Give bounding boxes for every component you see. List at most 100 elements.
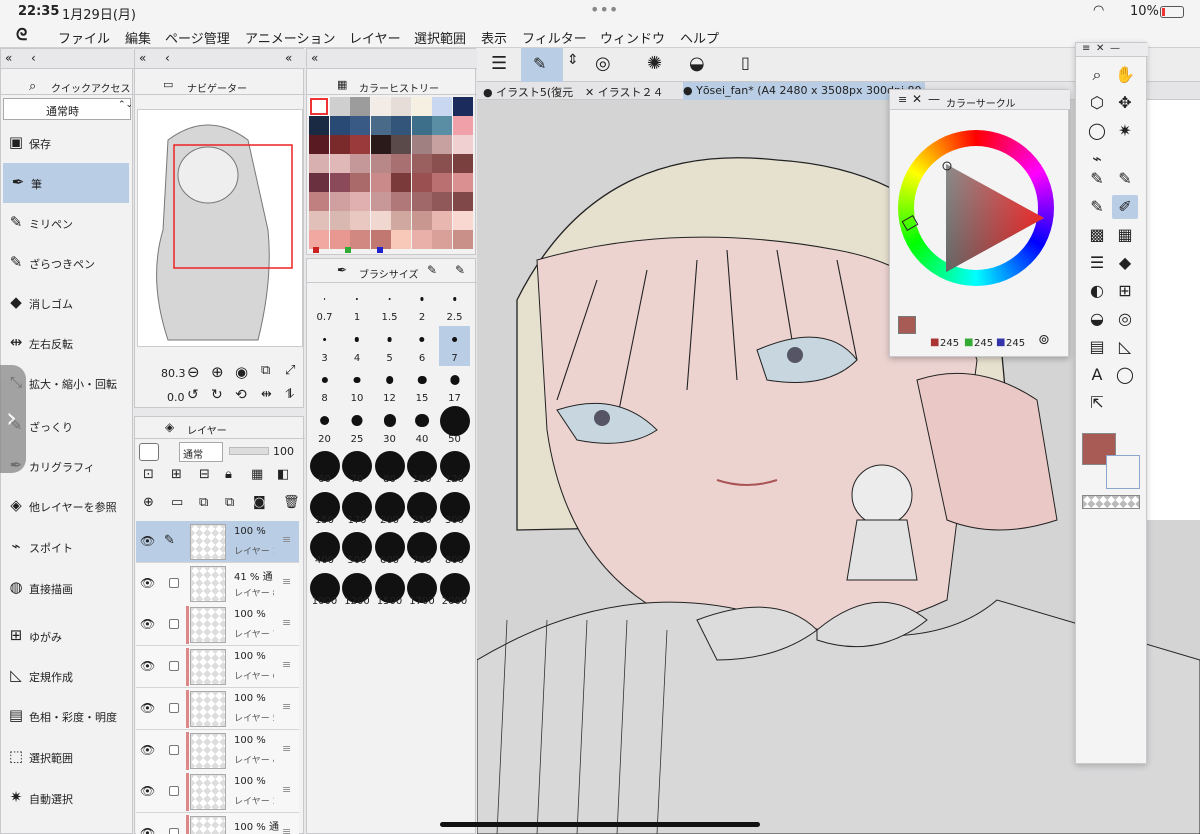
color-swatch[interactable] — [309, 192, 329, 211]
brush-size-option[interactable]: 12 — [374, 366, 405, 406]
menu-item[interactable]: レイヤー — [349, 28, 401, 47]
fit-icon[interactable]: ◉ — [235, 363, 248, 381]
quick-tool-item[interactable]: ◈ 他レイヤーを参照 — [1, 486, 129, 526]
brush-size-option[interactable]: 1200 — [342, 569, 373, 609]
quick-tool-item[interactable]: ✎ ざらつきペン — [1, 243, 129, 283]
menu-item[interactable]: ウィンドウ — [600, 28, 665, 47]
hand-icon[interactable]: ✋ — [1112, 63, 1138, 87]
edit-mode-button[interactable]: ✎ — [521, 48, 563, 82]
color-swatch[interactable] — [370, 135, 391, 154]
menu-item[interactable]: ファイル — [58, 28, 110, 47]
color-swatch[interactable] — [411, 173, 432, 192]
layer-row[interactable]: 👁︎ 100 % レイヤー 6 ≡ — [136, 646, 299, 689]
loading-icon[interactable]: ✺ — [647, 53, 662, 74]
layer-checkbox[interactable] — [169, 702, 179, 713]
menu-item[interactable]: 選択範囲 — [414, 28, 466, 47]
brush-size-option[interactable]: 8 — [309, 366, 340, 406]
color-swatch[interactable] — [432, 211, 452, 230]
color-swatch[interactable] — [411, 192, 432, 211]
color-swatch[interactable] — [452, 135, 473, 154]
operation-icon[interactable]: ⇱ — [1084, 391, 1110, 415]
device-icon[interactable]: ▯ — [741, 53, 750, 72]
minimize-icon[interactable]: — — [928, 92, 940, 106]
brush-size-option[interactable]: 7 — [439, 325, 470, 366]
eraser-icon[interactable]: ◆ — [1112, 251, 1138, 275]
layer-row[interactable]: 👁︎ 100 % レイヤー 5 ≡ — [136, 687, 299, 730]
new-folder-icon[interactable]: ▭ — [171, 495, 183, 510]
color-swatch[interactable] — [452, 116, 473, 135]
eye-icon[interactable]: 👁︎ — [140, 701, 155, 715]
menu-item[interactable]: 表示 — [481, 28, 507, 47]
color-swatch[interactable] — [391, 192, 411, 211]
color-swatch[interactable] — [329, 154, 350, 173]
menu-icon[interactable]: ☰ — [491, 53, 507, 74]
layer-color-toggle[interactable] — [139, 443, 159, 461]
mask-icon[interactable]: ▦ — [251, 467, 263, 482]
drag-handle-icon[interactable]: ≡ — [282, 575, 291, 588]
brush-size-option[interactable]: 1000 — [309, 569, 340, 609]
layer-row[interactable]: 👁︎100 % 通レイヤー 2≡ — [136, 812, 299, 834]
layer-mask-icon[interactable]: ◙ — [253, 495, 266, 510]
brush-size-option[interactable]: 60 — [309, 447, 340, 487]
chevron-updown-icon[interactable]: ⇕ — [567, 52, 579, 68]
sidebar-handle[interactable]: › — [0, 365, 26, 473]
brush-size-option[interactable]: 100 — [407, 447, 438, 487]
color-swatch[interactable] — [391, 97, 411, 116]
quick-tool-item[interactable]: ▤ 色相・彩度・明度 — [1, 696, 129, 736]
brush-size-option[interactable]: 1700 — [407, 569, 438, 609]
brush-size-option[interactable]: 300 — [439, 488, 470, 528]
layer-row[interactable]: 👁︎ 100 % レイヤー 7 ≡ — [136, 604, 299, 647]
color-swatch[interactable] — [411, 116, 432, 135]
brush-tool-icon[interactable]: ✎ — [1084, 195, 1110, 219]
quick-tool-item[interactable]: ✎ ミリペン — [1, 203, 129, 243]
zoom-out-icon[interactable]: ⊖ — [187, 363, 200, 381]
menu-item[interactable]: ヘルプ — [680, 28, 719, 47]
color-swatch[interactable] — [329, 135, 350, 154]
lock-icon[interactable]: ⊡ — [143, 467, 154, 482]
drag-handle-icon[interactable]: ≡ — [282, 658, 291, 671]
quick-tool-item[interactable]: ✒ 筆 — [3, 163, 129, 203]
brush-size-option[interactable]: 4 — [342, 326, 373, 366]
brush-size-option[interactable]: 6 — [407, 326, 438, 366]
color-swatch[interactable] — [309, 135, 329, 154]
eye-icon[interactable]: 👁︎ — [140, 743, 155, 757]
lasso-icon[interactable]: ◎ — [595, 53, 611, 74]
color-swatch[interactable] — [391, 116, 411, 135]
brush-size-option[interactable]: 800 — [439, 528, 470, 568]
magic-wand-icon[interactable]: ✷ — [1112, 119, 1138, 143]
fit-window-icon[interactable]: ⧉ — [261, 363, 270, 378]
color-swatch[interactable] — [329, 173, 350, 192]
color-swatch[interactable] — [452, 230, 473, 249]
drag-handle-icon[interactable]: ≡ — [282, 742, 291, 755]
color-swatch[interactable] — [350, 230, 370, 249]
clip-icon[interactable]: ⊞ — [171, 467, 182, 482]
collapse-icon[interactable]: « — [285, 51, 292, 65]
settings-icon[interactable]: ⊚ — [1038, 332, 1050, 348]
layer-checkbox[interactable] — [169, 744, 179, 755]
color-swatch[interactable] — [370, 116, 391, 135]
app-logo-icon[interactable]: ᘓ — [16, 25, 27, 45]
new-layer-icon[interactable]: ⊕ — [143, 495, 154, 510]
quick-tool-item[interactable]: ⊞ ゆがみ — [1, 616, 129, 656]
color-swatch[interactable] — [432, 230, 452, 249]
text-icon[interactable]: A — [1084, 363, 1110, 387]
trash-icon[interactable]: 🗑︎ — [283, 495, 300, 510]
brush-size-option[interactable]: 30 — [374, 407, 405, 447]
eye-icon[interactable]: 👁︎ — [140, 534, 155, 548]
color-swatch[interactable] — [452, 154, 473, 173]
menu-item[interactable]: アニメーション — [245, 28, 335, 47]
zoom-icon[interactable]: ⌕ — [1084, 63, 1110, 87]
brush-size-option[interactable]: 400 — [309, 528, 340, 568]
brush-size-option[interactable]: 1 — [342, 285, 373, 325]
layer-row[interactable]: 👁︎ 100 % レイヤー 3 ≡ — [136, 771, 299, 814]
quick-tool-item[interactable]: ⇹ 左右反転 — [1, 323, 129, 363]
drag-handle-icon[interactable]: ≡ — [282, 700, 291, 713]
fill-icon[interactable]: ◒ — [1084, 307, 1110, 331]
brush-size-option[interactable]: 15 — [407, 366, 438, 406]
brush-size-option[interactable]: 700 — [407, 528, 438, 568]
multitask-dots-icon[interactable]: ••• — [590, 0, 618, 19]
brush-size-option[interactable]: 2.5 — [439, 285, 470, 325]
collapse-icon[interactable]: « — [139, 51, 146, 65]
eye-icon[interactable]: 👁︎ — [140, 826, 155, 834]
sub-color-swatch[interactable] — [1106, 455, 1140, 489]
